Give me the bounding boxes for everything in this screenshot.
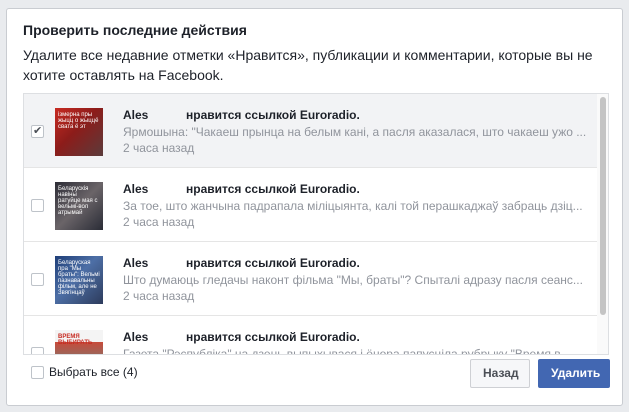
- review-activity-dialog: Проверить последние действия Удалите все…: [6, 8, 623, 406]
- item-author[interactable]: Ales: [123, 256, 148, 270]
- item-text[interactable]: Ярмошына: "Чакаеш прынца на белым кані, …: [123, 125, 595, 139]
- item-action: нравится ссылкой Euroradio.: [186, 330, 360, 344]
- item-author[interactable]: Ales: [123, 108, 148, 122]
- item-checkbox[interactable]: [31, 199, 44, 212]
- item-author[interactable]: Ales: [123, 182, 148, 196]
- item-thumbnail: ізмерна пры жыцц о жыццё свата ё эт: [55, 108, 103, 156]
- dialog-footer: Выбрать все (4) Назад Удалить: [7, 353, 622, 405]
- list-item[interactable]: ізмерна пры жыцц о жыццё свата ё эт Ales…: [24, 94, 599, 168]
- item-text[interactable]: Што думаюць гледачы наконт фільма "Мы, б…: [123, 273, 595, 287]
- item-thumbnail: Беларускія навіны ратуйце мая с вельмі-в…: [55, 182, 103, 230]
- list-item[interactable]: Беларускія навіны ратуйце мая с вельмі-в…: [24, 168, 599, 242]
- item-time: 2 часа назад: [123, 215, 195, 229]
- select-all-label[interactable]: Выбрать все (4): [49, 365, 138, 379]
- item-checkbox[interactable]: [31, 124, 44, 138]
- item-text[interactable]: За тое, што жанчына падрапала міліцыянта…: [123, 199, 595, 213]
- delete-button[interactable]: Удалить: [538, 359, 610, 388]
- list-scrollbar[interactable]: [597, 94, 608, 354]
- back-button[interactable]: Назад: [470, 359, 530, 388]
- list-item[interactable]: ВРЕМЯ ВЫБИРАТЬ Ales нравится ссылкой Eur…: [24, 316, 599, 354]
- item-time: 2 часа назад: [123, 289, 195, 303]
- item-time: 2 часа назад: [123, 141, 195, 155]
- list-item[interactable]: Беларуская пра "Мы браты": Вельмі пазнав…: [24, 242, 599, 316]
- dialog-description: Удалите все недавние отметки «Нравится»,…: [23, 47, 593, 83]
- scrollbar-thumb[interactable]: [600, 97, 606, 315]
- item-action: нравится ссылкой Euroradio.: [186, 256, 360, 270]
- dialog-title: Проверить последние действия: [23, 22, 247, 38]
- item-action: нравится ссылкой Euroradio.: [186, 182, 360, 196]
- item-action: нравится ссылкой Euroradio.: [186, 108, 360, 122]
- item-thumbnail: ВРЕМЯ ВЫБИРАТЬ: [55, 330, 103, 354]
- activity-list: ізмерна пры жыцц о жыццё свата ё эт Ales…: [23, 93, 609, 355]
- select-all-checkbox[interactable]: [31, 366, 44, 379]
- item-checkbox[interactable]: [31, 273, 44, 286]
- item-thumbnail: Беларуская пра "Мы браты": Вельмі пазнав…: [55, 256, 103, 304]
- item-author[interactable]: Ales: [123, 330, 148, 344]
